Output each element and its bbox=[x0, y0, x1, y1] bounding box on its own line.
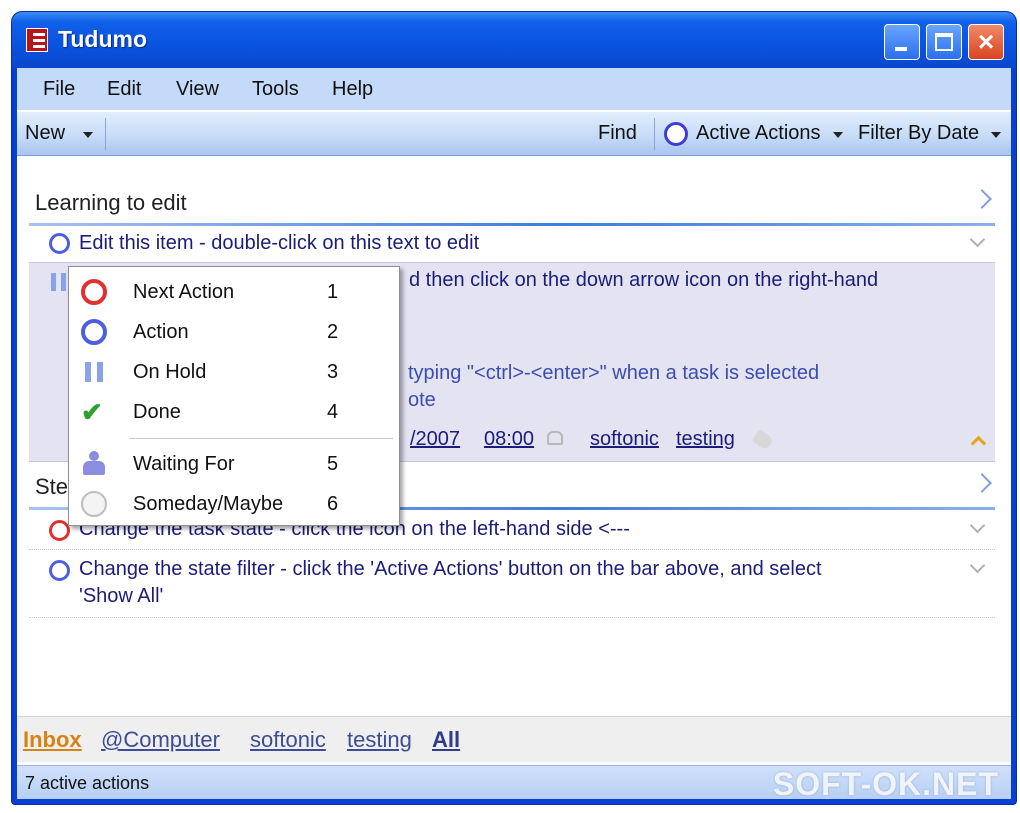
close-icon: × bbox=[977, 26, 995, 57]
task-text-continued[interactable]: 'Show All' bbox=[79, 583, 163, 610]
tag-link[interactable]: testing bbox=[676, 428, 735, 451]
menu-item-on-hold[interactable]: On Hold 3 bbox=[69, 351, 399, 391]
expand-chevron-icon[interactable] bbox=[969, 231, 986, 248]
due-time-link[interactable]: 08:00 bbox=[484, 428, 534, 451]
group-title: Ste bbox=[35, 474, 69, 499]
task-text[interactable]: Edit this item - double-click on this te… bbox=[79, 230, 479, 257]
waiting-person-icon bbox=[81, 451, 107, 477]
action-state-icon[interactable] bbox=[49, 560, 70, 581]
someday-cloud-icon bbox=[81, 491, 107, 517]
row-divider bbox=[29, 617, 995, 618]
done-check-icon: ✔ bbox=[81, 397, 103, 427]
task-note-line: typing "<ctrl>-<enter>" when a task is s… bbox=[408, 362, 820, 384]
toolbar-separator bbox=[654, 118, 655, 150]
expand-chevron-icon[interactable] bbox=[969, 517, 986, 534]
action-state-icon[interactable] bbox=[49, 233, 70, 254]
menu-item-next-action[interactable]: Next Action 1 bbox=[69, 271, 399, 311]
due-date-link[interactable]: /2007 bbox=[410, 428, 460, 451]
tudumo-app-icon[interactable] bbox=[26, 28, 48, 52]
menu-item-label: Done bbox=[133, 401, 181, 423]
title-bar[interactable]: Tudumo × bbox=[12, 12, 1016, 68]
menu-item-label: Next Action bbox=[133, 281, 235, 303]
close-button[interactable]: × bbox=[968, 24, 1004, 60]
filter-computer-link[interactable]: @Computer bbox=[101, 727, 220, 753]
expand-chevron-icon[interactable] bbox=[969, 557, 986, 574]
filter-softonic-link[interactable]: softonic bbox=[250, 727, 326, 753]
filter-by-date-button[interactable]: Filter By Date bbox=[858, 122, 979, 145]
filter-inbox-link[interactable]: Inbox bbox=[23, 727, 82, 753]
menu-item-done[interactable]: ✔ Done 4 bbox=[69, 391, 399, 431]
menu-item-someday-maybe[interactable]: Someday/Maybe 6 bbox=[69, 483, 399, 523]
group-header[interactable]: Learning to edit bbox=[29, 178, 995, 226]
active-actions-ring-icon bbox=[664, 122, 688, 146]
filter-by-date-dropdown-icon[interactable] bbox=[991, 132, 1001, 138]
action-icon bbox=[81, 319, 107, 345]
watermark: SOFT-OK.NET bbox=[772, 766, 999, 802]
menu-item-shortcut: 2 bbox=[327, 321, 339, 343]
status-bar: 7 active actions SOFT-OK.NET bbox=[17, 765, 1011, 802]
menu-item-label: Action bbox=[133, 321, 189, 343]
new-dropdown-icon[interactable] bbox=[83, 132, 93, 138]
find-button[interactable]: Find bbox=[598, 122, 637, 145]
menu-item-label: Waiting For bbox=[133, 453, 235, 475]
menu-edit[interactable]: Edit bbox=[107, 78, 141, 101]
minimize-icon bbox=[895, 47, 907, 51]
task-note-line: ote bbox=[408, 389, 436, 411]
toolbar-separator bbox=[105, 118, 106, 150]
status-text: 7 active actions bbox=[25, 773, 150, 793]
menu-item-shortcut: 1 bbox=[327, 281, 339, 303]
next-action-state-icon[interactable] bbox=[49, 520, 70, 541]
menu-item-shortcut: 4 bbox=[327, 401, 339, 423]
maximize-icon bbox=[935, 33, 953, 51]
on-hold-icon bbox=[81, 359, 107, 385]
menu-tools[interactable]: Tools bbox=[252, 78, 299, 101]
active-actions-dropdown-icon[interactable] bbox=[833, 132, 843, 138]
filter-all-link[interactable]: All bbox=[432, 727, 460, 753]
menu-file[interactable]: File bbox=[43, 78, 75, 101]
menu-help[interactable]: Help bbox=[332, 78, 373, 101]
task-text[interactable]: Change the state filter - click the 'Act… bbox=[79, 556, 822, 583]
group-title: Learning to edit bbox=[35, 190, 187, 215]
task-row[interactable]: Change the state filter - click the 'Act… bbox=[29, 550, 995, 618]
menu-item-shortcut: 3 bbox=[327, 361, 339, 383]
group-chevron-right-icon[interactable] bbox=[972, 473, 992, 493]
window-title: Tudumo bbox=[58, 26, 147, 52]
toolbar: New Find Active Actions Filter By Date bbox=[17, 112, 1011, 156]
tag-link[interactable]: softonic bbox=[590, 428, 659, 451]
menu-bar: File Edit View Tools Help bbox=[17, 68, 1011, 110]
collapse-chevron-icon[interactable] bbox=[970, 435, 987, 452]
task-note-line: d then click on the down arrow icon on t… bbox=[409, 269, 879, 291]
menu-item-action[interactable]: Action 2 bbox=[69, 311, 399, 351]
active-actions-button[interactable]: Active Actions bbox=[696, 122, 821, 145]
menu-separator bbox=[129, 438, 393, 439]
menu-item-shortcut: 5 bbox=[327, 453, 339, 475]
filter-testing-link[interactable]: testing bbox=[347, 727, 412, 753]
menu-item-shortcut: 6 bbox=[327, 493, 339, 515]
next-action-icon bbox=[81, 279, 107, 305]
menu-item-label: Someday/Maybe bbox=[133, 493, 284, 515]
task-row[interactable]: Edit this item - double-click on this te… bbox=[29, 226, 995, 262]
minimize-button[interactable] bbox=[884, 24, 920, 60]
maximize-button[interactable] bbox=[926, 24, 962, 60]
task-state-menu: Next Action 1 Action 2 On Hold 3 ✔ Done … bbox=[68, 266, 400, 526]
reminder-icon[interactable] bbox=[547, 431, 563, 445]
menu-item-waiting-for[interactable]: Waiting For 5 bbox=[69, 443, 399, 483]
tag-icon[interactable] bbox=[751, 429, 775, 451]
group-chevron-right-icon[interactable] bbox=[972, 189, 992, 209]
filter-bar: Inbox @Computer softonic testing All bbox=[17, 716, 1011, 762]
menu-item-label: On Hold bbox=[133, 361, 207, 383]
menu-view[interactable]: View bbox=[176, 78, 219, 101]
new-button[interactable]: New bbox=[25, 122, 65, 145]
